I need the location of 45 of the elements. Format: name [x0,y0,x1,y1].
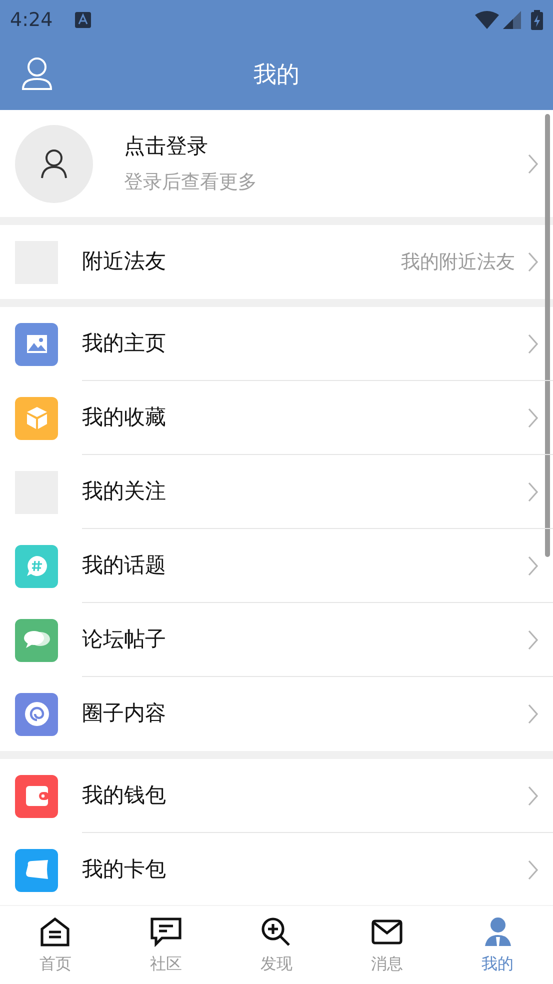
menu-row[interactable]: 我的收藏 [0,381,553,455]
chevron-icon [527,555,539,577]
person-icon [484,917,512,947]
menu-label: 我的钱包 [82,782,167,810]
menu-label: 我的话题 [82,552,167,580]
menu-label: 圈子内容 [82,700,167,728]
chevron-icon [527,785,539,807]
login-card[interactable]: 点击登录 登录后查看更多 [0,110,553,217]
mail-icon [371,919,404,945]
chevron-icon [527,859,539,881]
chevron-icon [527,481,539,503]
chevron-icon [527,152,539,174]
menu-row[interactable]: 附近法友 我的附近法友 [0,225,553,299]
menu-label: 附近法友 [82,248,167,276]
home-icon [39,917,72,947]
header-title: 我的 [254,60,300,90]
chevron-icon [527,251,539,273]
login-title: 点击登录 [124,132,209,160]
menu-label: 论坛帖子 [82,626,167,654]
profile-icon[interactable] [21,57,53,91]
menu-row[interactable]: 我的关注 [0,455,553,529]
menu-row[interactable]: 论坛帖子 [0,603,553,677]
menu-label: 我的主页 [82,330,167,358]
keyboard-status-icon [74,12,91,28]
signal-icon [503,11,521,29]
menu-label: 我的卡包 [82,856,167,884]
tab-bar-item[interactable]: 我的 [442,914,553,976]
menu-row[interactable]: 我的话题 [0,529,553,603]
status-time: 4:24 [10,8,53,33]
menu-row[interactable]: 我的钱包 [0,759,553,833]
chevron-icon [527,333,539,355]
chat-icon [150,917,182,947]
chevron-icon [527,407,539,429]
chevron-icon [527,703,539,725]
menu-row[interactable]: 我的主页 [0,307,553,381]
zoom-in-icon [261,917,292,947]
login-subtitle: 登录后查看更多 [124,170,258,195]
menu-row[interactable]: 圈子内容 [0,677,553,751]
wifi-icon [475,11,499,29]
menu-label: 我的收藏 [82,404,167,432]
menu-label: 我的关注 [82,478,167,506]
chevron-icon [527,629,539,651]
battery-icon [531,10,543,30]
menu-row[interactable]: 我的卡包 [0,833,553,905]
menu-detail: 我的附近法友 [401,250,515,275]
